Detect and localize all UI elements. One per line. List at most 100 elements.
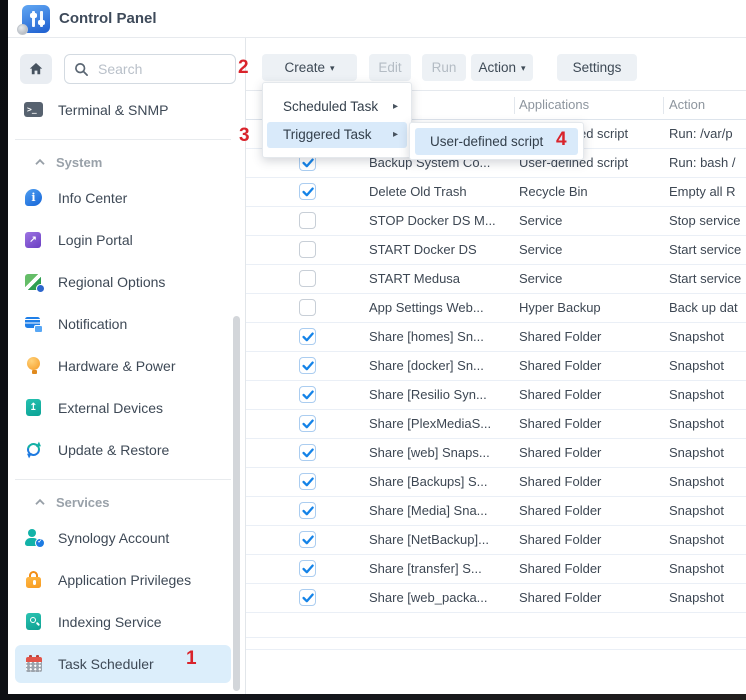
table-row[interactable]: STOP Docker DS M... Service Stop service <box>246 207 746 236</box>
column-divider <box>514 97 515 114</box>
table-row[interactable]: Share [Resilio Syn... Shared Folder Snap… <box>246 381 746 410</box>
task-enabled-checkbox[interactable] <box>299 212 316 229</box>
settings-button[interactable]: Settings <box>557 54 637 81</box>
terminal-icon <box>24 100 44 120</box>
hardware-power-icon <box>24 356 44 376</box>
search-icon <box>74 62 89 77</box>
annotation-step-4: 4 <box>556 129 567 151</box>
task-application-cell: Shared Folder <box>519 468 667 496</box>
task-enabled-checkbox[interactable] <box>299 531 316 548</box>
sidebar-item-external-devices[interactable]: External Devices <box>8 387 245 429</box>
table-row[interactable]: Share [Media] Sna... Shared Folder Snaps… <box>246 497 746 526</box>
table-row[interactable]: Share [NetBackup]... Shared Folder Snaps… <box>246 526 746 555</box>
column-divider <box>663 97 664 114</box>
task-enabled-checkbox[interactable] <box>299 444 316 461</box>
task-application-cell: Recycle Bin <box>519 178 667 206</box>
task-action-cell: Snapshot <box>669 497 746 525</box>
sidebar-item-hardware-power[interactable]: Hardware & Power <box>8 345 245 387</box>
sidebar: Terminal & SNMP System Info Center Login Po… <box>8 38 245 694</box>
task-enabled-checkbox[interactable] <box>299 241 316 258</box>
info-center-icon <box>24 188 44 208</box>
application-privileges-icon <box>24 570 44 590</box>
submenu-arrow-icon: ▸ <box>393 94 398 120</box>
home-icon <box>28 61 44 77</box>
create-button[interactable]: Create▾ <box>262 54 357 81</box>
sidebar-item-label: Task Scheduler <box>58 656 154 672</box>
run-button[interactable]: Run <box>422 54 466 81</box>
sidebar-scrollbar[interactable] <box>233 316 240 691</box>
synology-account-icon: ✓ <box>24 528 44 548</box>
table-row[interactable]: START Medusa Service Start service <box>246 265 746 294</box>
sidebar-section-system[interactable]: System <box>8 147 245 177</box>
sidebar-item-update-restore[interactable]: Update & Restore <box>8 429 245 471</box>
action-button[interactable]: Action▾ <box>471 54 533 81</box>
task-enabled-checkbox[interactable] <box>299 473 316 490</box>
task-application-cell: Service <box>519 236 667 264</box>
sidebar-item-label: Hardware & Power <box>58 358 176 374</box>
task-name-cell: START Medusa <box>369 265 517 293</box>
table-row[interactable]: Share [docker] Sn... Shared Folder Snaps… <box>246 352 746 381</box>
sidebar-item-info-center[interactable]: Info Center <box>8 177 245 219</box>
sidebar-item-terminal-snmp[interactable]: Terminal & SNMP <box>8 89 245 131</box>
search-box[interactable] <box>64 54 236 84</box>
table-row[interactable]: Share [web_packa... Shared Folder Snapsh… <box>246 584 746 613</box>
sidebar-item-indexing-service[interactable]: Indexing Service <box>8 601 245 643</box>
annotation-step-2: 2 <box>238 57 249 79</box>
submenu-item-label: User-defined script <box>430 134 543 149</box>
task-name-cell: App Settings Web... <box>369 294 517 322</box>
task-enabled-checkbox[interactable] <box>299 328 316 345</box>
column-header-applications[interactable]: Applications <box>519 91 589 119</box>
task-action-cell: Snapshot <box>669 526 746 554</box>
task-enabled-checkbox[interactable] <box>299 589 316 606</box>
indexing-service-icon <box>24 612 44 632</box>
table-row[interactable]: App Settings Web... Hyper Backup Back up… <box>246 294 746 323</box>
sidebar-section-label: System <box>56 155 102 170</box>
task-enabled-checkbox[interactable] <box>299 560 316 577</box>
table-row[interactable]: Share [web] Snaps... Shared Folder Snaps… <box>246 439 746 468</box>
task-enabled-checkbox[interactable] <box>299 415 316 432</box>
task-application-cell: Service <box>519 265 667 293</box>
task-action-cell: Run: bash / <box>669 149 746 177</box>
chevron-up-icon <box>34 158 46 166</box>
task-action-cell: Snapshot <box>669 584 746 612</box>
sidebar-section-services[interactable]: Services <box>8 487 245 517</box>
sidebar-item-regional-options[interactable]: Regional Options <box>8 261 245 303</box>
task-enabled-checkbox[interactable] <box>299 299 316 316</box>
desktop-background: Control Panel Terminal & SNMP System Info … <box>0 0 746 700</box>
submenu-item-user-defined-script[interactable]: User-defined script <box>415 128 578 155</box>
home-button[interactable] <box>20 54 52 84</box>
menu-item-scheduled-task[interactable]: Scheduled Task▸ <box>267 94 407 120</box>
empty-table-row <box>246 638 746 650</box>
sidebar-item-login-portal[interactable]: Login Portal <box>8 219 245 261</box>
submenu-arrow-icon: ▸ <box>393 122 398 148</box>
task-action-cell: Snapshot <box>669 381 746 409</box>
table-row[interactable]: Share [homes] Sn... Shared Folder Snapsh… <box>246 323 746 352</box>
table-row[interactable]: Share [Backups] S... Shared Folder Snaps… <box>246 468 746 497</box>
menu-item-triggered-task[interactable]: Triggered Task▸ <box>267 122 407 148</box>
sidebar-item-label: Update & Restore <box>58 442 169 458</box>
sidebar-item-application-privileges[interactable]: Application Privileges <box>8 559 245 601</box>
sidebar-divider <box>8 471 245 487</box>
sidebar-item-label: Login Portal <box>58 232 133 248</box>
sidebar-item-notification[interactable]: Notification <box>8 303 245 345</box>
task-action-cell: Snapshot <box>669 410 746 438</box>
column-header-action[interactable]: Action <box>669 91 705 119</box>
table-row[interactable]: Share [PlexMediaS... Shared Folder Snaps… <box>246 410 746 439</box>
task-action-cell: Start service <box>669 236 746 264</box>
table-row[interactable]: Delete Old Trash Recycle Bin Empty all R <box>246 178 746 207</box>
task-application-cell: Shared Folder <box>519 381 667 409</box>
search-input[interactable] <box>96 60 227 78</box>
create-dropdown-menu: Scheduled Task▸Triggered Task▸ <box>262 82 412 158</box>
control-panel-icon <box>22 5 50 33</box>
window-titlebar: Control Panel <box>8 0 746 38</box>
task-enabled-checkbox[interactable] <box>299 270 316 287</box>
table-row[interactable]: START Docker DS Service Start service <box>246 236 746 265</box>
task-enabled-checkbox[interactable] <box>299 183 316 200</box>
edit-button[interactable]: Edit <box>369 54 411 81</box>
task-enabled-checkbox[interactable] <box>299 357 316 374</box>
task-enabled-checkbox[interactable] <box>299 386 316 403</box>
sidebar-item-task-scheduler[interactable]: Task Scheduler <box>8 643 245 685</box>
sidebar-item-synology-account[interactable]: ✓Synology Account <box>8 517 245 559</box>
table-row[interactable]: Share [transfer] S... Shared Folder Snap… <box>246 555 746 584</box>
task-enabled-checkbox[interactable] <box>299 502 316 519</box>
